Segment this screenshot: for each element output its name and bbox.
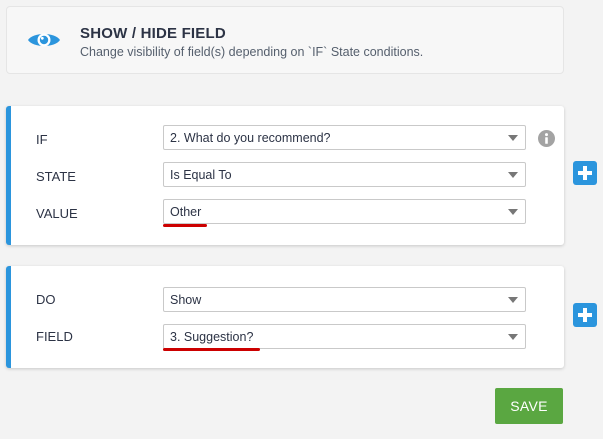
if-field-value: 2. What do you recommend?: [170, 131, 331, 145]
add-condition-button[interactable]: [573, 161, 597, 185]
chevron-down-icon: [508, 172, 518, 178]
value-value: Other: [170, 205, 202, 219]
annotation-underline: [163, 348, 260, 351]
header-subtitle: Change visibility of field(s) depending …: [80, 45, 424, 59]
save-button[interactable]: SAVE: [495, 388, 563, 424]
state-select[interactable]: Is Equal To: [163, 162, 526, 187]
chevron-down-icon: [508, 135, 518, 141]
chevron-down-icon: [508, 334, 518, 340]
chevron-down-icon: [508, 209, 518, 215]
do-label: DO: [36, 292, 56, 307]
annotation-underline: [163, 224, 207, 227]
action-card: DO Show FIELD 3. Suggestion?: [6, 266, 564, 368]
do-value: Show: [170, 293, 202, 307]
field-select[interactable]: 3. Suggestion?: [163, 324, 526, 349]
info-icon[interactable]: [538, 130, 555, 147]
field-label: FIELD: [36, 329, 73, 344]
conditions-page: SHOW / HIDE FIELD Change visibility of f…: [0, 0, 603, 439]
if-field-select[interactable]: 2. What do you recommend?: [163, 125, 526, 150]
do-select[interactable]: Show: [163, 287, 526, 312]
eye-icon: [28, 33, 60, 47]
condition-type-header: SHOW / HIDE FIELD Change visibility of f…: [6, 6, 564, 74]
value-label: VALUE: [36, 206, 78, 221]
condition-card: IF 2. What do you recommend? STATE Is Eq…: [6, 106, 564, 245]
value-select[interactable]: Other: [163, 199, 526, 224]
state-value: Is Equal To: [170, 168, 232, 182]
chevron-down-icon: [508, 297, 518, 303]
add-action-button[interactable]: [573, 303, 597, 327]
if-label: IF: [36, 132, 48, 147]
field-value: 3. Suggestion?: [170, 330, 254, 344]
state-label: STATE: [36, 169, 76, 184]
header-title: SHOW / HIDE FIELD: [80, 25, 226, 42]
